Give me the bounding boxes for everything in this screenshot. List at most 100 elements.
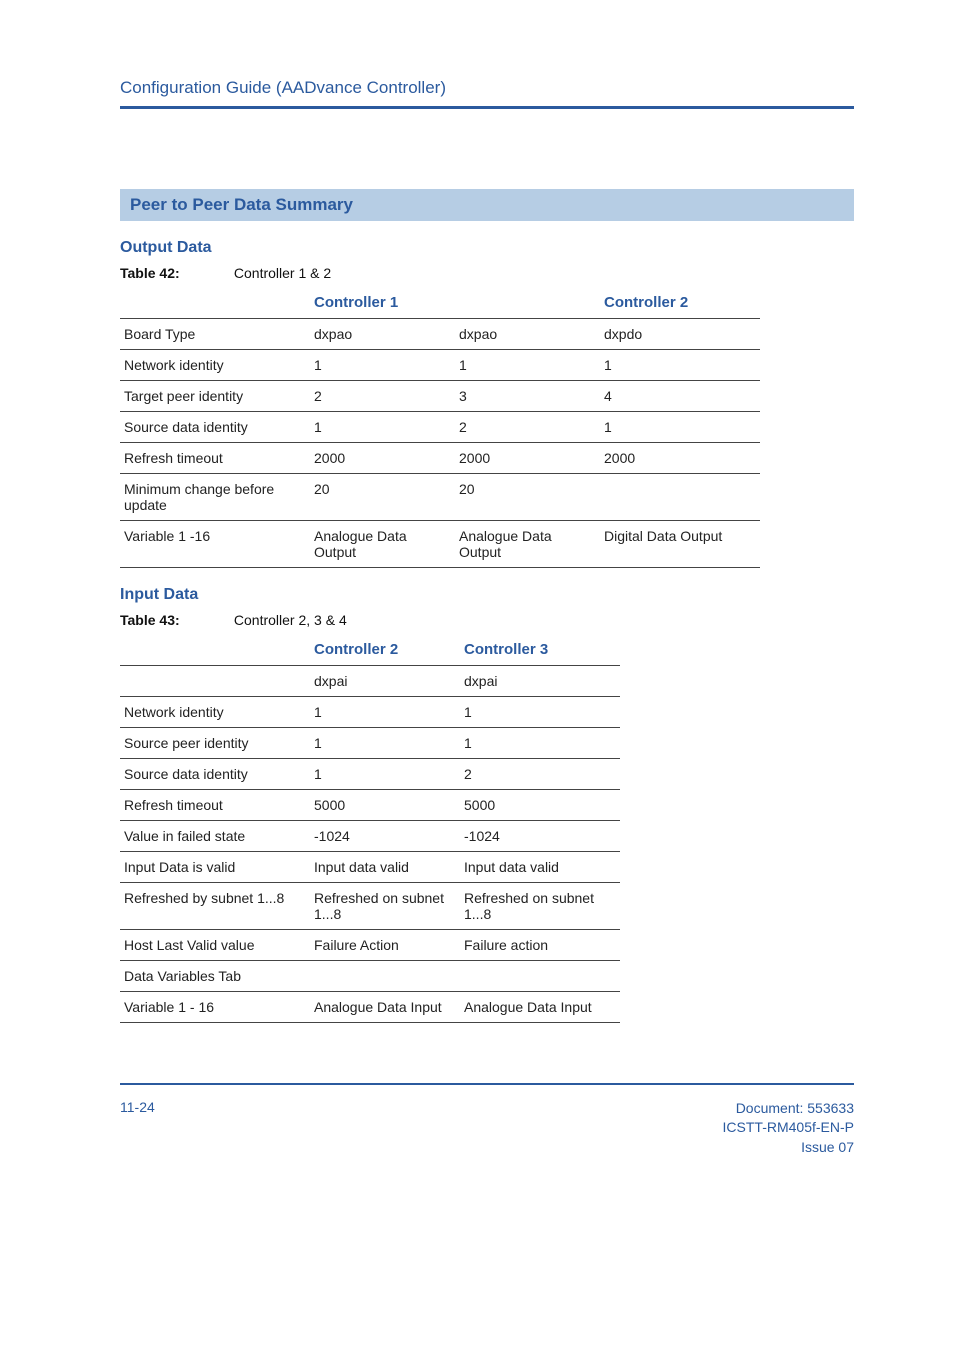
cell: dxpao xyxy=(310,319,455,350)
table43-head-c1: Controller 2 xyxy=(310,634,460,666)
cell: dxpao xyxy=(455,319,600,350)
table-row: Board Type dxpao dxpao dxpdo xyxy=(120,319,760,350)
table42: Controller 1 Controller 2 Board Type dxp… xyxy=(120,287,760,568)
cell: Analogue Data Output xyxy=(310,521,455,568)
page-footer: 11-24 Document: 553633 ICSTT-RM405f-EN-P… xyxy=(120,1099,854,1158)
footer-doc-line: Document: 553633 xyxy=(723,1099,854,1119)
table-row: Host Last Valid value Failure Action Fai… xyxy=(120,930,620,961)
cell: Data Variables Tab xyxy=(120,961,310,992)
cell: Input Data is valid xyxy=(120,852,310,883)
cell: Refreshed on subnet 1...8 xyxy=(310,883,460,930)
cell: 1 xyxy=(310,759,460,790)
table-row: Data Variables Tab xyxy=(120,961,620,992)
cell: 20 xyxy=(310,474,455,521)
table43-caption: Table 43: Controller 2, 3 & 4 xyxy=(120,612,854,628)
input-data-subheading: Input Data xyxy=(120,586,854,604)
table42-head-c2: Controller 2 xyxy=(600,287,760,319)
table-row: Network identity 1 1 1 xyxy=(120,350,760,381)
cell: 1 xyxy=(310,697,460,728)
cell: Input data valid xyxy=(460,852,620,883)
footer-doc-info: Document: 553633 ICSTT-RM405f-EN-P Issue… xyxy=(723,1099,854,1158)
cell: 2000 xyxy=(310,443,455,474)
table43-caption-title: Controller 2, 3 & 4 xyxy=(234,612,347,628)
cell: Analogue Data Input xyxy=(310,992,460,1023)
cell: 4 xyxy=(600,381,760,412)
cell: Value in failed state xyxy=(120,821,310,852)
cell: 1 xyxy=(600,350,760,381)
cell: -1024 xyxy=(460,821,620,852)
table42-head-row: Controller 1 Controller 2 xyxy=(120,287,760,319)
cell: Network identity xyxy=(120,350,310,381)
table43-head-blank xyxy=(120,634,310,666)
cell: 1 xyxy=(310,412,455,443)
cell: Refresh timeout xyxy=(120,443,310,474)
table-row: Input Data is valid Input data valid Inp… xyxy=(120,852,620,883)
cell: Analogue Data Output xyxy=(455,521,600,568)
table-row: Value in failed state -1024 -1024 xyxy=(120,821,620,852)
cell: 3 xyxy=(455,381,600,412)
cell xyxy=(600,474,760,521)
cell: Refreshed by subnet 1...8 xyxy=(120,883,310,930)
cell: Refreshed on subnet 1...8 xyxy=(460,883,620,930)
cell: dxpai xyxy=(310,666,460,697)
table-row: Target peer identity 2 3 4 xyxy=(120,381,760,412)
cell: 2 xyxy=(310,381,455,412)
section-heading-band: Peer to Peer Data Summary xyxy=(120,189,854,221)
cell: -1024 xyxy=(310,821,460,852)
table-row: Refresh timeout 2000 2000 2000 xyxy=(120,443,760,474)
table-row: Network identity 1 1 xyxy=(120,697,620,728)
section-heading: Peer to Peer Data Summary xyxy=(130,195,353,214)
cell: Target peer identity xyxy=(120,381,310,412)
cell: dxpdo xyxy=(600,319,760,350)
cell: 1 xyxy=(310,350,455,381)
cell: Host Last Valid value xyxy=(120,930,310,961)
table-row: Minimum change before update 20 20 xyxy=(120,474,760,521)
cell: Board Type xyxy=(120,319,310,350)
table-row: Source peer identity 1 1 xyxy=(120,728,620,759)
footer-issue-line: Issue 07 xyxy=(723,1138,854,1158)
cell: 20 xyxy=(455,474,600,521)
cell: 2 xyxy=(460,759,620,790)
cell: Input data valid xyxy=(310,852,460,883)
cell xyxy=(460,961,620,992)
table42-head-c1: Controller 1 xyxy=(310,287,600,319)
cell: Variable 1 -16 xyxy=(120,521,310,568)
table42-head-blank xyxy=(120,287,310,319)
table-row: Variable 1 - 16 Analogue Data Input Anal… xyxy=(120,992,620,1023)
cell: 5000 xyxy=(460,790,620,821)
cell: dxpai xyxy=(460,666,620,697)
cell: Minimum change before update xyxy=(120,474,310,521)
table-row: Variable 1 -16 Analogue Data Output Anal… xyxy=(120,521,760,568)
table-row: Source data identity 1 2 xyxy=(120,759,620,790)
cell: Variable 1 - 16 xyxy=(120,992,310,1023)
cell: Failure Action xyxy=(310,930,460,961)
table43-head-row: Controller 2 Controller 3 xyxy=(120,634,620,666)
cell: 2 xyxy=(455,412,600,443)
cell: Digital Data Output xyxy=(600,521,760,568)
cell: 5000 xyxy=(310,790,460,821)
cell: Failure action xyxy=(460,930,620,961)
table43: Controller 2 Controller 3 dxpai dxpai Ne… xyxy=(120,634,620,1023)
cell: 1 xyxy=(455,350,600,381)
cell: Analogue Data Input xyxy=(460,992,620,1023)
table-row: Source data identity 1 2 1 xyxy=(120,412,760,443)
cell: 1 xyxy=(460,728,620,759)
cell xyxy=(310,961,460,992)
table-row: Refreshed by subnet 1...8 Refreshed on s… xyxy=(120,883,620,930)
cell: 1 xyxy=(310,728,460,759)
table-row: Refresh timeout 5000 5000 xyxy=(120,790,620,821)
cell: Network identity xyxy=(120,697,310,728)
table42-caption: Table 42: Controller 1 & 2 xyxy=(120,265,854,281)
cell: 1 xyxy=(460,697,620,728)
table42-caption-label: Table 42: xyxy=(120,265,230,281)
page-header-title: Configuration Guide (AADvance Controller… xyxy=(120,78,854,98)
table42-caption-title: Controller 1 & 2 xyxy=(234,265,331,281)
cell: 2000 xyxy=(455,443,600,474)
table-row: dxpai dxpai xyxy=(120,666,620,697)
table43-head-c2: Controller 3 xyxy=(460,634,620,666)
cell: Source data identity xyxy=(120,759,310,790)
cell: 1 xyxy=(600,412,760,443)
footer-rule xyxy=(120,1083,854,1085)
cell: Source data identity xyxy=(120,412,310,443)
cell: Refresh timeout xyxy=(120,790,310,821)
